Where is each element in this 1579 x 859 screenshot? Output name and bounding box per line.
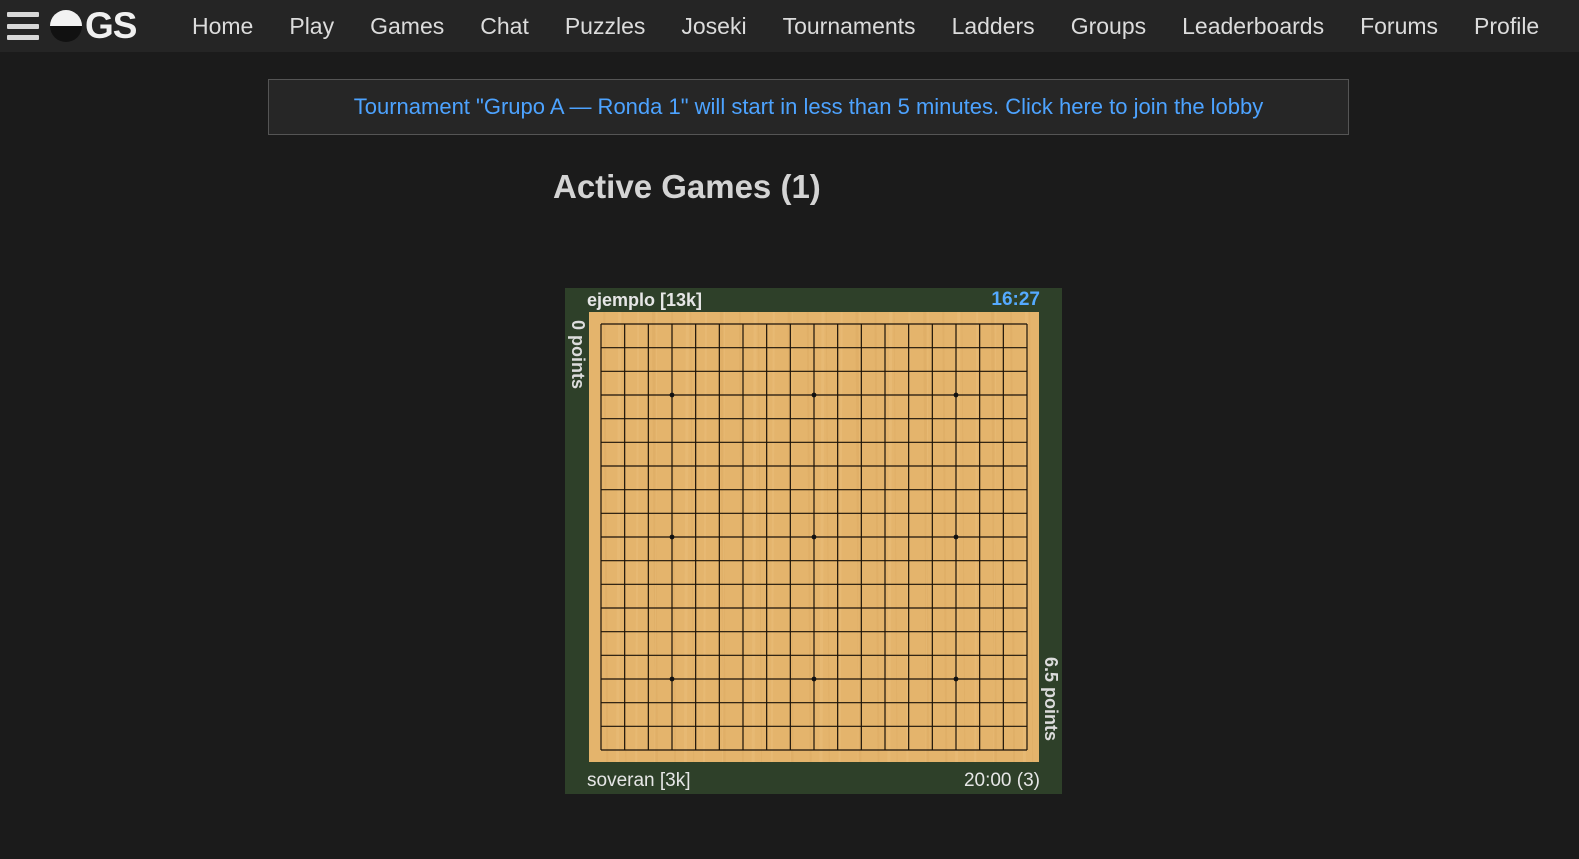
star-point (953, 534, 959, 540)
nav-link-joseki[interactable]: Joseki (663, 0, 764, 52)
nav-link-profile[interactable]: Profile (1456, 0, 1557, 52)
star-point (811, 392, 817, 398)
nav-link-games[interactable]: Games (352, 0, 462, 52)
top-player-clock: 16:27 (991, 289, 1040, 310)
top-navbar: GS Home Play Games Chat Puzzles Joseki Tournam… (0, 0, 1579, 52)
nav-link-tournaments[interactable]: Tournaments (765, 0, 934, 52)
top-player-name[interactable]: ejemplo [13k] (587, 288, 702, 312)
ogs-logo[interactable]: GS (49, 5, 137, 46)
star-point (669, 676, 675, 682)
nav-link-home[interactable]: Home (174, 0, 271, 52)
nav-link-play[interactable]: Play (271, 0, 352, 52)
nav-link-chat[interactable]: Chat (462, 0, 547, 52)
go-board[interactable] (589, 312, 1039, 762)
star-point (669, 534, 675, 540)
star-point (953, 676, 959, 682)
nav-link-puzzles[interactable]: Puzzles (547, 0, 664, 52)
nav-link-groups[interactable]: Groups (1053, 0, 1164, 52)
hamburger-menu-icon[interactable] (7, 12, 39, 40)
star-point (669, 392, 675, 398)
half-go-stone-icon (50, 10, 82, 42)
left-score: 0 points (568, 320, 588, 390)
game-card[interactable]: ejemplo [13k] 16:27 0 points 6.5 points … (565, 288, 1062, 794)
tournament-banner[interactable]: Tournament "Grupo A — Ronda 1" will star… (268, 79, 1349, 135)
star-point (811, 534, 817, 540)
nav-link-ladders[interactable]: Ladders (934, 0, 1053, 52)
nav-link-leaderboards[interactable]: Leaderboards (1164, 0, 1342, 52)
bottom-player-name[interactable]: soveran [3k] (587, 768, 691, 794)
star-point (953, 392, 959, 398)
star-point (811, 676, 817, 682)
nav-links: Home Play Games Chat Puzzles Joseki Tournament… (174, 0, 1557, 52)
active-games-title: Active Games (1) (553, 168, 821, 205)
nav-link-forums[interactable]: Forums (1342, 0, 1456, 52)
right-score: 6.5 points (1041, 657, 1061, 742)
bottom-player-clock: 20:00 (3) (963, 770, 1040, 791)
logo-text: GS (85, 5, 137, 46)
